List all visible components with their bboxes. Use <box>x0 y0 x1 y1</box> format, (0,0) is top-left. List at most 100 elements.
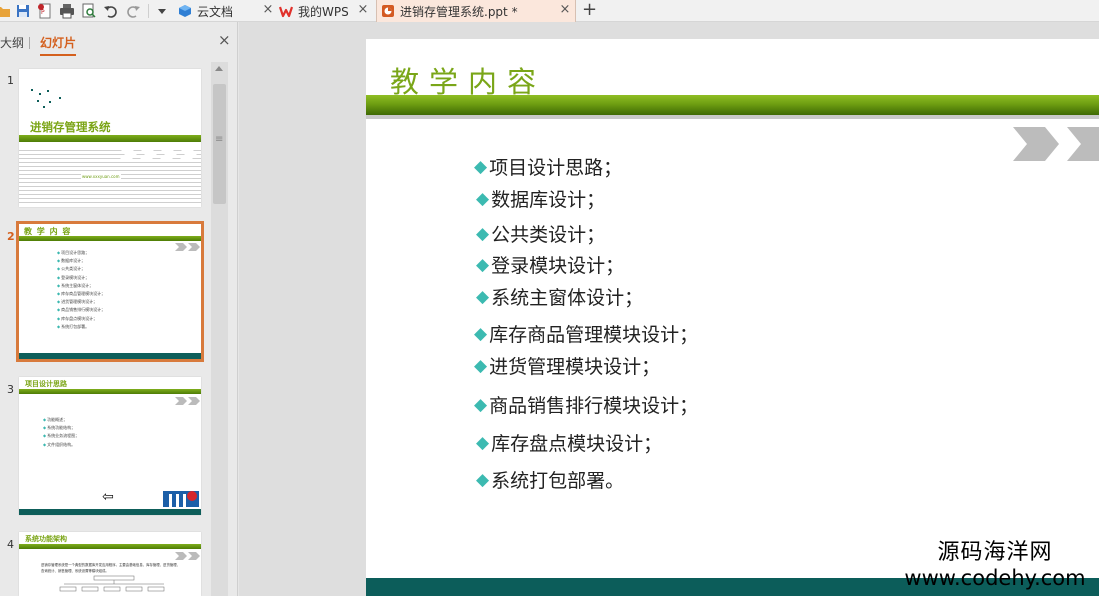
bullet-item[interactable]: ◆ 登录模块设计； <box>476 251 624 278</box>
panel-close-icon[interactable]: × <box>218 33 231 48</box>
panel-tabs: 大纲 幻灯片 × <box>0 22 238 60</box>
folder-icon[interactable] <box>0 2 12 20</box>
slide-editor[interactable]: 教学内容 ◆ 项目设计思路； ◆ 数据库设计； ◆ 公共类设计； ◆ 登录模块设计； ◆… <box>239 22 1099 596</box>
thumbnail-bullet: 系统打包部署。 <box>57 323 105 331</box>
footer-band <box>19 509 201 515</box>
diamond-bullet-icon: ◆ <box>474 394 488 415</box>
bullet-item[interactable]: ◆ 公共类设计； <box>476 220 605 247</box>
footer-band <box>19 353 201 359</box>
thumbnail-bullet: 数据库设计； <box>57 257 105 265</box>
bullet-item[interactable]: ◆ 系统打包部署。 <box>476 466 624 493</box>
thumbnail-bullet: 文件组织结构。 <box>43 441 79 449</box>
diamond-bullet-icon: ◆ <box>476 223 490 244</box>
print-preview-icon[interactable] <box>80 2 98 20</box>
thumbnail-bullet: 项目设计思路； <box>57 249 105 257</box>
bullet-item[interactable]: ◆ 库存商品管理模块设计； <box>474 320 698 347</box>
decoration-dots-icon <box>31 89 61 108</box>
thumbnail-bullet: 库存盘点模块设计； <box>57 315 105 323</box>
title-bar-band <box>19 236 201 241</box>
diamond-bullet-icon: ◆ <box>474 323 488 344</box>
slide-panel: 大纲 幻灯片 × 1 进销存管理系统 www.xxxyuan.com 2 教 学… <box>0 22 238 596</box>
bullet-item[interactable]: ◆ 库存盘点模块设计； <box>476 429 662 456</box>
tab-active-document[interactable]: 进销存管理系统.ppt * × <box>376 0 576 22</box>
slide-number: 2 <box>7 230 15 243</box>
cloud-doc-icon <box>178 4 192 18</box>
bullet-text: 商品销售排行模块设计； <box>489 395 699 417</box>
close-icon[interactable]: × <box>262 3 274 16</box>
watermark-title: 源码海洋网 <box>937 540 1053 565</box>
thumbnail-scrollbar[interactable] <box>211 62 228 596</box>
thumbnail-bullets: 功能概述； 系统功能结构； 系统业务流程图； 文件组织结构。 <box>43 416 79 449</box>
svg-text:P: P <box>41 9 45 16</box>
wps-logo-icon <box>279 4 293 18</box>
bullet-item[interactable]: ◆ 商品销售排行模块设计； <box>474 391 698 418</box>
thumbnail-bullet: 库存商品管理模块设计； <box>57 290 105 298</box>
bullet-text: 登录模块设计； <box>491 255 625 277</box>
toolbar-divider <box>148 4 149 18</box>
bullet-text: 数据库设计； <box>491 189 606 211</box>
current-slide[interactable]: 教学内容 ◆ 项目设计思路； ◆ 数据库设计； ◆ 公共类设计； ◆ 登录模块设计； ◆… <box>366 39 1099 596</box>
logo-icon <box>163 491 199 507</box>
slide-thumbnail-1[interactable]: 进销存管理系统 www.xxxyuan.com <box>19 69 201 207</box>
diamond-bullet-icon: ◆ <box>476 286 490 307</box>
tab-outline[interactable]: 大纲 <box>0 34 24 51</box>
bullet-text: 系统主窗体设计； <box>491 287 644 309</box>
diamond-bullet-icon: ◆ <box>474 156 488 177</box>
pdf-export-icon[interactable]: P <box>36 2 54 20</box>
chevron-arrows-icon <box>175 243 200 251</box>
scrollbar-thumb[interactable] <box>213 84 226 204</box>
thumbnail-bullet: 登录模块设计； <box>57 274 105 282</box>
tab-cloud-docs[interactable]: 云文档 × <box>178 0 274 22</box>
bullet-text: 进货管理模块设计； <box>489 356 661 378</box>
back-arrow-icon: ⇦ <box>102 489 114 505</box>
ppt-file-icon <box>381 4 395 18</box>
title-bar-band <box>366 95 1099 115</box>
bullet-text: 库存盘点模块设计； <box>491 433 663 455</box>
slide-number: 1 <box>7 74 14 87</box>
diagram-icon <box>59 575 165 592</box>
title-bar-shadow <box>366 115 1099 119</box>
redo-icon[interactable] <box>124 2 142 20</box>
bullet-item[interactable]: ◆ 数据库设计； <box>476 185 605 212</box>
bullet-item[interactable]: ◆ 进货管理模块设计； <box>474 352 660 379</box>
chevron-arrows-icon <box>175 552 200 560</box>
thumbnail-bullet: 系统业务流程图； <box>43 432 79 440</box>
diamond-bullet-icon: ◆ <box>476 188 490 209</box>
tab-label: 进销存管理系统.ppt * <box>400 4 518 19</box>
thumbnail-bullet: 公共类设计； <box>57 265 105 273</box>
title-bar-band <box>19 389 201 394</box>
bullet-text: 库存商品管理模块设计； <box>489 324 699 346</box>
diamond-bullet-icon: ◆ <box>474 355 488 376</box>
bullet-text: 系统打包部署。 <box>491 470 625 492</box>
thumbnail-bullet: 进货管理模块设计； <box>57 298 105 306</box>
slide-number: 3 <box>7 383 14 396</box>
title-bar-band <box>19 544 201 549</box>
thumbnail-title: 进销存管理系统 <box>30 120 111 134</box>
thumbnail-bullet: 功能概述； <box>43 416 79 424</box>
save-icon[interactable] <box>14 2 32 20</box>
slide-thumbnail-2[interactable]: 教 学 内 容 项目设计思路； 数据库设计； 公共类设计； 登录模块设计； 系统… <box>16 221 204 362</box>
bullet-item[interactable]: ◆ 项目设计思路； <box>474 153 622 180</box>
thumbnail-url: www.xxxyuan.com <box>81 174 121 179</box>
scroll-up-icon[interactable] <box>215 66 223 71</box>
slide-thumbnail-4[interactable]: 系统功能架构 进销存管理系统是一个典型的数据库开发应用程序，主要由基础信息、库存… <box>19 532 201 596</box>
slide-thumbnail-3[interactable]: 项目设计思路 功能概述； 系统功能结构； 系统业务流程图； 文件组织结构。 ⇦ <box>19 377 201 515</box>
close-icon[interactable]: × <box>559 3 571 16</box>
thumbnail-bullet: 系统主窗体设计； <box>57 282 105 290</box>
watermark-url: www.codehy.com <box>904 566 1086 590</box>
diamond-bullet-icon: ◆ <box>476 254 490 275</box>
print-icon[interactable] <box>58 2 76 20</box>
diamond-bullet-icon: ◆ <box>476 469 490 490</box>
close-icon[interactable]: × <box>357 3 369 16</box>
title-bar: P 云文档 × 我的WPS × 进销存管理系统.ppt * × + <box>0 0 1099 22</box>
thumbnail-bullet: 系统功能结构； <box>43 424 79 432</box>
thumbnail-bullets: 项目设计思路； 数据库设计； 公共类设计； 登录模块设计； 系统主窗体设计； 库… <box>57 249 105 331</box>
tab-my-wps[interactable]: 我的WPS × <box>279 0 369 22</box>
dropdown-icon[interactable] <box>153 2 171 20</box>
slide-number: 4 <box>7 538 14 551</box>
undo-icon[interactable] <box>102 2 120 20</box>
new-tab-plus-icon[interactable]: + <box>582 0 597 20</box>
tab-slides[interactable]: 幻灯片 <box>40 34 77 56</box>
title-bar-band <box>19 135 201 142</box>
bullet-item[interactable]: ◆ 系统主窗体设计； <box>476 283 643 310</box>
